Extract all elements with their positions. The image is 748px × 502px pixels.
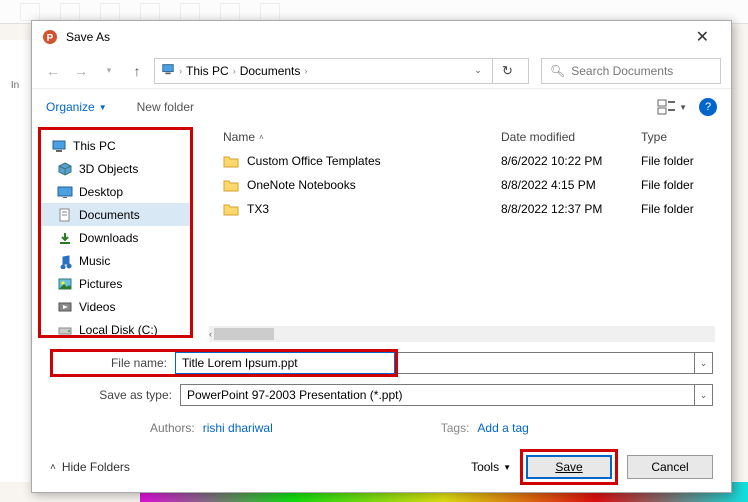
sidebar-item-label: Videos — [79, 300, 115, 314]
column-headers[interactable]: Name ˄ Date modified Type — [193, 125, 731, 149]
folder-icon — [223, 178, 239, 192]
help-button[interactable]: ? — [699, 98, 717, 116]
save-button[interactable]: Save — [526, 455, 612, 479]
chevron-right-icon: › — [304, 66, 307, 76]
folder-icon — [223, 154, 239, 168]
up-button[interactable]: ↑ — [126, 60, 148, 82]
file-pane: Name ˄ Date modified Type Custom Office … — [193, 125, 731, 342]
chevron-up-icon: ˄ — [50, 462, 56, 473]
sidebar-item-3d-objects[interactable]: 3D Objects — [41, 157, 190, 180]
breadcrumb-pc[interactable]: This PC — [186, 64, 229, 78]
file-row[interactable]: TX3 8/8/2022 12:37 PM File folder — [193, 197, 731, 221]
cancel-button[interactable]: Cancel — [627, 455, 713, 479]
search-placeholder: Search Documents — [571, 64, 673, 78]
folder-icon — [223, 202, 239, 216]
sort-caret-icon: ˄ — [259, 133, 264, 142]
sidebar-item-downloads[interactable]: Downloads — [41, 226, 190, 249]
chevron-right-icon: › — [179, 66, 182, 76]
sidebar-item-music[interactable]: Music — [41, 249, 190, 272]
file-date: 8/8/2022 12:37 PM — [501, 202, 602, 216]
tools-button[interactable]: Tools▼ — [471, 460, 511, 474]
authors-value[interactable]: rishi dhariwal — [203, 421, 273, 435]
sidebar-item-label: Desktop — [79, 185, 123, 199]
sidebar-item-label: 3D Objects — [79, 162, 138, 176]
videos-icon — [57, 299, 73, 315]
organize-button[interactable]: Organize▼ — [46, 100, 107, 114]
col-date[interactable]: Date modified — [501, 130, 575, 144]
window-title: Save As — [66, 30, 110, 44]
col-type[interactable]: Type — [641, 130, 667, 144]
svg-text:P: P — [47, 33, 54, 44]
sidebar-item-documents[interactable]: Documents — [41, 203, 190, 226]
address-dropdown[interactable]: ⌄ — [468, 65, 488, 76]
file-type: File folder — [641, 178, 694, 192]
back-button[interactable]: ← — [42, 60, 64, 82]
address-bar[interactable]: › This PC › Documents › ⌄ ↻ — [154, 58, 529, 84]
pc-icon — [161, 62, 175, 79]
file-name: Custom Office Templates — [247, 154, 381, 168]
col-name[interactable]: Name — [223, 130, 255, 144]
file-type: File folder — [641, 202, 694, 216]
authors-label: Authors: — [150, 421, 195, 435]
bottom-panel: File name: ⌄ Save as type: ⌄ Authors: ri… — [32, 342, 731, 492]
sidebar-item-label: Pictures — [79, 277, 122, 291]
view-button[interactable]: ▼ — [657, 99, 687, 115]
pc-icon — [51, 138, 67, 154]
savetype-input[interactable] — [180, 384, 695, 406]
disk-icon — [57, 322, 73, 338]
powerpoint-icon: P — [42, 29, 58, 45]
tags-label: Tags: — [441, 421, 470, 435]
documents-icon — [57, 207, 73, 223]
hide-folders-button[interactable]: ˄ Hide Folders — [50, 460, 130, 474]
tags-value[interactable]: Add a tag — [477, 421, 528, 435]
sidebar-item-pictures[interactable]: Pictures — [41, 272, 190, 295]
savetype-label: Save as type: — [50, 388, 180, 402]
filename-input[interactable] — [175, 352, 395, 374]
filename-input-ext[interactable] — [398, 352, 695, 374]
chevron-right-icon: › — [233, 66, 236, 76]
h-scrollbar[interactable]: ‹ — [209, 326, 715, 342]
filename-label: File name: — [53, 356, 175, 370]
sidebar-item-desktop[interactable]: Desktop — [41, 180, 190, 203]
sidebar-item-label: Documents — [79, 208, 140, 222]
nav-row: ← → ▾ ↑ › This PC › Documents › ⌄ ↻ 🔍︎ S… — [32, 53, 731, 89]
file-name: TX3 — [247, 202, 269, 216]
bg-letter: In — [0, 40, 30, 482]
file-row[interactable]: OneNote Notebooks 8/8/2022 4:15 PM File … — [193, 173, 731, 197]
music-icon — [57, 253, 73, 269]
search-input[interactable]: 🔍︎ Search Documents — [541, 58, 721, 84]
file-date: 8/8/2022 4:15 PM — [501, 178, 596, 192]
breadcrumb-documents[interactable]: Documents — [240, 64, 301, 78]
search-icon: 🔍︎ — [550, 64, 565, 78]
savetype-dropdown[interactable]: ⌄ — [695, 384, 713, 406]
download-icon — [57, 230, 73, 246]
sidebar-item-label: Music — [79, 254, 110, 268]
file-name: OneNote Notebooks — [247, 178, 356, 192]
sidebar: This PC 3D Objects Desktop Documents Dow… — [38, 127, 193, 338]
toolbar: Organize▼ New folder ▼ ? — [32, 89, 731, 125]
sidebar-item-local-disk[interactable]: Local Disk (C:) — [41, 318, 190, 338]
forward-button[interactable]: → — [70, 60, 92, 82]
recent-caret[interactable]: ▾ — [98, 60, 120, 82]
refresh-button[interactable]: ↻ — [492, 58, 522, 84]
file-type: File folder — [641, 154, 694, 168]
save-as-dialog: P Save As ✕ ← → ▾ ↑ › This PC › Document… — [31, 20, 732, 493]
filename-dropdown[interactable]: ⌄ — [695, 352, 713, 374]
new-folder-button[interactable]: New folder — [137, 100, 194, 114]
sidebar-item-label: Downloads — [79, 231, 138, 245]
titlebar: P Save As ✕ — [32, 21, 731, 53]
file-row[interactable]: Custom Office Templates 8/6/2022 10:22 P… — [193, 149, 731, 173]
sidebar-item-label: Local Disk (C:) — [79, 323, 158, 337]
cube-icon — [57, 161, 73, 177]
file-date: 8/6/2022 10:22 PM — [501, 154, 602, 168]
desktop-icon — [57, 184, 73, 200]
sidebar-item-this-pc[interactable]: This PC — [41, 134, 190, 157]
close-button[interactable]: ✕ — [684, 23, 721, 51]
sidebar-item-label: This PC — [73, 139, 116, 153]
sidebar-item-videos[interactable]: Videos — [41, 295, 190, 318]
pictures-icon — [57, 276, 73, 292]
